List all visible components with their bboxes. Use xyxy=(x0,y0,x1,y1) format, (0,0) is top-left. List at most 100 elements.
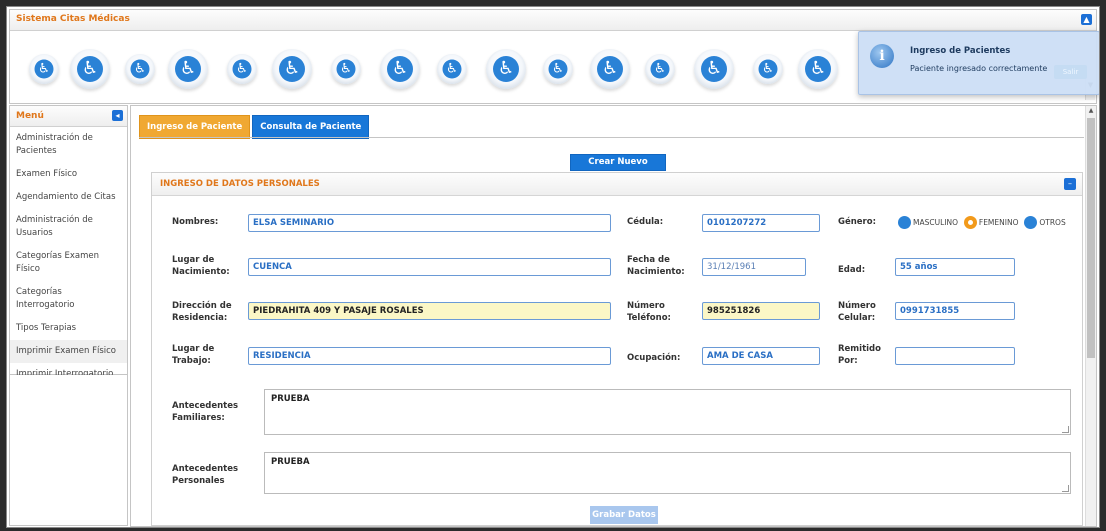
antecedentes-personales-label: Antecedentes Personales xyxy=(172,464,239,486)
genero-masculino-label: MASCULINO xyxy=(913,218,958,227)
lugar-trabajo-label: Lugar de Trabajo: xyxy=(172,344,215,366)
antecedentes-familiares-value: PRUEBA xyxy=(271,394,310,404)
wheelchair-icon-glyph: ♿ xyxy=(701,56,727,82)
antecedentes-personales-textarea[interactable]: PRUEBA xyxy=(264,452,1071,494)
notification-toast: i Ingreso de Pacientes Paciente ingresad… xyxy=(858,31,1099,95)
nombres-field[interactable]: ELSA SEMINARIO xyxy=(248,214,611,232)
wheelchair-icon: ♿ xyxy=(437,54,467,84)
notification-message: Paciente ingresado correctamente xyxy=(910,64,1048,73)
scrollbar-thumb[interactable] xyxy=(1087,118,1095,358)
fecha-nacimiento-field[interactable]: 31/12/1961 xyxy=(702,258,806,276)
wheelchair-icon: ♿ xyxy=(125,54,155,84)
sidebar-item-examen-fisico[interactable]: Examen Físico xyxy=(10,163,127,186)
wheelchair-icon: ♿ xyxy=(645,54,675,84)
header-collapse-button[interactable]: ▲ xyxy=(1081,14,1092,25)
wheelchair-icon: ♿ xyxy=(70,49,110,89)
section-collapse-button[interactable]: – xyxy=(1064,178,1076,190)
edad-field[interactable]: 55 años xyxy=(895,258,1015,276)
wheelchair-icon-glyph: ♿ xyxy=(175,56,201,82)
main-scrollbar[interactable]: ▲ xyxy=(1085,106,1096,526)
header-bar: Sistema Citas Médicas ▲ xyxy=(10,10,1096,31)
sidebar-item-administracion-pacientes[interactable]: Administración de Pacientes xyxy=(10,127,127,163)
antecedentes-familiares-label: Antecedentes Familiares: xyxy=(172,401,239,423)
scroll-up-icon[interactable]: ▲ xyxy=(1086,107,1096,117)
grabar-datos-button[interactable]: Grabar Datos xyxy=(590,506,658,524)
genero-femenino-label: FEMENINO xyxy=(978,218,1019,227)
sidebar-item-categorias-interrogatorio[interactable]: Categorías Interrogatorio xyxy=(10,281,127,317)
wheelchair-icon-glyph: ♿ xyxy=(34,59,54,79)
fecha-nacimiento-label: Fecha de Nacimiento: xyxy=(627,255,685,277)
wheelchair-icon-glyph: ♿ xyxy=(130,59,150,79)
wheelchair-icon: ♿ xyxy=(29,54,59,84)
sidebar-item-administracion-usuarios[interactable]: Administración de Usuarios xyxy=(10,209,127,245)
crear-nuevo-paciente-button[interactable]: Crear Nuevo Paciente xyxy=(570,154,666,182)
tab-divider xyxy=(139,137,1084,138)
telefono-field[interactable]: 985251826 xyxy=(702,302,820,320)
genero-label: Género: xyxy=(838,217,876,227)
lugar-nacimiento-field[interactable]: CUENCA xyxy=(248,258,611,276)
genero-masculino-radio[interactable] xyxy=(898,216,911,229)
sidebar-item-imprimir-examen-fisico[interactable]: Imprimir Examen Físico xyxy=(10,340,127,363)
wheelchair-icon: ♿ xyxy=(331,54,361,84)
sidebar-item-tipos-terapias[interactable]: Tipos Terapias xyxy=(10,317,127,340)
wheelchair-icon-glyph: ♿ xyxy=(279,56,305,82)
main-panel: Ingreso de Paciente Consulta de Paciente … xyxy=(130,105,1097,527)
menu-title: Menú xyxy=(16,111,44,121)
wheelchair-icon-glyph: ♿ xyxy=(387,56,413,82)
sidebar-menu: Menú ◂ Administración de Pacientes Exame… xyxy=(9,105,128,379)
ocupacion-field[interactable]: AMA DE CASA xyxy=(702,347,820,365)
wheelchair-icon-glyph: ♿ xyxy=(232,59,252,79)
wheelchair-icon-glyph: ♿ xyxy=(493,56,519,82)
wheelchair-icon: ♿ xyxy=(380,49,420,89)
wheelchair-icon-glyph: ♿ xyxy=(548,59,568,79)
info-icon: i xyxy=(870,44,894,68)
textarea-resize-handle[interactable] xyxy=(1062,426,1069,433)
direccion-label: Dirección de Residencia: xyxy=(172,301,232,323)
wheelchair-icon-glyph: ♿ xyxy=(758,59,778,79)
lugar-nacimiento-label: Lugar de Nacimiento: xyxy=(172,255,230,277)
cedula-field[interactable]: 0101207272 xyxy=(702,214,820,232)
genero-otros-label: OTROS xyxy=(1039,218,1066,227)
wheelchair-icon-glyph: ♿ xyxy=(650,59,670,79)
wheelchair-icon: ♿ xyxy=(590,49,630,89)
wheelchair-icon: ♿ xyxy=(168,49,208,89)
wheelchair-icon-glyph: ♿ xyxy=(442,59,462,79)
celular-field[interactable]: 0991731855 xyxy=(895,302,1015,320)
wheelchair-icon: ♿ xyxy=(227,54,257,84)
nombres-label: Nombres: xyxy=(172,217,219,227)
wheelchair-icon: ♿ xyxy=(694,49,734,89)
section-title: INGRESO DE DATOS PERSONALES xyxy=(160,179,320,189)
app-title: Sistema Citas Médicas xyxy=(16,14,130,24)
section-header: INGRESO DE DATOS PERSONALES – xyxy=(152,173,1082,196)
genero-femenino-radio[interactable] xyxy=(963,216,977,229)
menu-header: Menú ◂ xyxy=(10,106,127,127)
remitido-field[interactable] xyxy=(895,347,1015,365)
direccion-field[interactable]: PIEDRAHITA 409 Y PASAJE ROSALES xyxy=(248,302,611,320)
tab-consulta-paciente[interactable]: Consulta de Paciente xyxy=(252,115,370,139)
wheelchair-icon: ♿ xyxy=(798,49,838,89)
lugar-trabajo-field[interactable]: RESIDENCIA xyxy=(248,347,611,365)
cedula-label: Cédula: xyxy=(627,217,664,227)
tab-ingreso-paciente[interactable]: Ingreso de Paciente xyxy=(139,115,251,139)
notification-close-button[interactable]: Salir xyxy=(1054,65,1087,79)
wheelchair-icon-glyph: ♿ xyxy=(805,56,831,82)
wheelchair-icon-glyph: ♿ xyxy=(77,56,103,82)
genero-radio-group: MASCULINO FEMENINO OTROS xyxy=(898,216,1069,230)
sidebar-item-categorias-examen-fisico[interactable]: Categorías Examen Físico xyxy=(10,245,127,281)
wheelchair-icon: ♿ xyxy=(543,54,573,84)
menu-empty-area xyxy=(9,375,128,526)
sidebar-item-agendamiento-citas[interactable]: Agendamiento de Citas xyxy=(10,186,127,209)
antecedentes-familiares-textarea[interactable]: PRUEBA xyxy=(264,389,1071,435)
wheelchair-icon-glyph: ♿ xyxy=(597,56,623,82)
notification-title: Ingreso de Pacientes xyxy=(910,46,1011,56)
datos-personales-section: INGRESO DE DATOS PERSONALES – Nombres: E… xyxy=(151,172,1083,526)
ocupacion-label: Ocupación: xyxy=(627,353,681,363)
wheelchair-icon-glyph: ♿ xyxy=(336,59,356,79)
menu-collapse-button[interactable]: ◂ xyxy=(112,110,123,121)
textarea-resize-handle[interactable] xyxy=(1062,485,1069,492)
wheelchair-icon: ♿ xyxy=(753,54,783,84)
celular-label: Número Celular: xyxy=(838,301,876,323)
genero-otros-radio[interactable] xyxy=(1024,216,1038,229)
antecedentes-personales-value: PRUEBA xyxy=(271,457,310,467)
remitido-label: Remitido Por: xyxy=(838,344,881,366)
